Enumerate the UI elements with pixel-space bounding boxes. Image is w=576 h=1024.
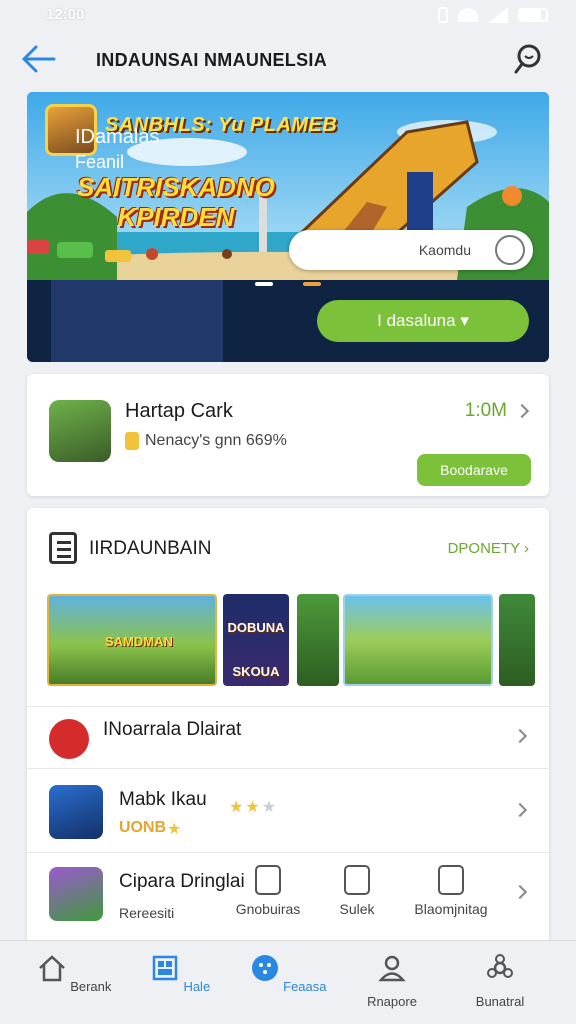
nav-label: Rnapore [367,994,417,1009]
chat-icon [344,865,370,895]
game-icon [49,867,103,921]
battery-icon [518,8,548,22]
signal-icon [488,7,508,23]
thumbnail-1[interactable]: SAMDMAN [47,594,217,686]
bluetooth-icon [438,7,448,23]
back-arrow-icon[interactable] [20,42,58,76]
chevron-right-icon[interactable] [514,403,530,419]
quick-action-label: Gnobuiras [235,901,301,917]
thumbnail-4[interactable] [343,594,493,686]
section-more-link[interactable]: DPONETY › [448,540,529,557]
nav-item-home[interactable]: Berank [34,953,114,994]
quick-action-1[interactable]: Gnobuiras [227,865,309,917]
hero-banner[interactable]: SANBHLS: Yu PLAMEB SAITRISKADNO KPIRDEN … [27,92,549,362]
nav-label: Bunatral [475,994,525,1009]
thumbnail-5[interactable] [499,594,535,686]
nav-label: Feaasa [283,979,327,994]
promo-title: IDamalas [75,126,160,148]
list-item[interactable]: Mabk Ikau ★★★ UONB ★ [27,768,549,852]
chevron-right-icon[interactable] [512,728,528,744]
list-item-sub: Rereesiti [119,905,175,921]
nav-item-profile[interactable]: Rnapore [352,953,432,1009]
status-icons [438,7,548,23]
nav-label: Hale [183,979,211,994]
status-time: 12:00 [46,6,85,23]
banner-dropdown-button[interactable]: I dasaluna ▾ [317,300,529,342]
banner-title: SAITRISKADNO KPIRDEN [77,172,275,232]
person-icon [378,955,406,982]
carousel-dot[interactable] [303,282,321,286]
list-item[interactable]: Cipara Dringlai Rereesiti Gnobuiras Sule… [27,852,549,934]
page-title: INDAUNSAI NMAUNELSIA [96,50,327,70]
app-header: INDAUNSAI NMAUNELSIA [0,30,576,90]
nav-item-settings[interactable]: Bunatral [460,953,540,1009]
app-size: 1:0M [464,400,507,421]
banner-title-line-1: SAITRISKADNO [77,172,275,202]
section-card: IIRDAUNBAIN DPONETY › SAMDMAN DOBUNA SKO… [27,508,549,948]
game-icon [49,719,89,759]
banner-search-text: Kaomdu [418,242,471,258]
list-item-name: Mabk Ikau [119,789,207,810]
home-icon [38,955,65,982]
app-action-button[interactable]: Boodarave [417,454,531,486]
list-item-sub: UONB [119,819,167,836]
banner-title-line-2: KPIRDEN [117,202,235,232]
game-icon [49,785,103,839]
star-icon: ★ [167,821,182,838]
list-item-name: INoarrala Dlairat [103,719,242,740]
badge-icon [125,432,139,450]
rating-stars: ★★★ [229,799,279,816]
quick-action-label: Blaomjnitag [414,901,488,917]
edit-icon [438,865,464,895]
carousel-dots [255,282,321,286]
banner-search-field[interactable]: Kaomdu [289,230,533,270]
list-item-name: Cipara Dringlai [119,871,245,892]
promo-panel [51,280,223,362]
quick-action-label: Sulek [339,901,375,917]
chevron-right-icon[interactable] [512,884,528,900]
thumbnail-2[interactable]: DOBUNA SKOUA [223,594,289,686]
grid-icon [152,955,178,981]
section-title: IIRDAUNBAIN [89,538,212,559]
promo-subtitle: Feanil [75,152,125,172]
carousel-dot-active[interactable] [255,282,273,286]
thumbnail-1-text: SAMDMAN [105,634,173,649]
app-subtitle: Nenacy's gnn 669% [145,432,287,449]
calculator-icon [255,865,281,895]
document-icon [49,532,77,564]
quick-action-2[interactable]: Sulek [317,865,397,917]
chevron-right-icon[interactable] [512,802,528,818]
section-more-label: DPONETY [447,540,520,557]
nav-item-globe[interactable]: Feaasa [248,953,328,994]
nav-item-grid[interactable]: Hale [140,953,220,994]
gear-icon [487,954,513,978]
list-item[interactable]: INoarrala Dlairat [27,706,549,768]
app-icon [49,400,111,462]
featured-app-card[interactable]: Hartap Cark Nenacy's gnn 669% 1:0M Booda… [27,374,549,496]
search-icon[interactable] [512,42,546,76]
thumbnail-2-text: DOBUNA SKOUA [227,620,285,679]
thumbnail-3[interactable] [297,594,339,686]
nav-label: Berank [70,979,112,994]
info-icon[interactable] [495,235,525,265]
quick-action-3[interactable]: Blaomjnitag [403,865,499,917]
bottom-navigation: Berank Hale Feaasa Rnapore Bunatral [0,940,576,1024]
status-bar: 12:00 [0,0,576,30]
wifi-icon [458,8,478,22]
globe-icon [251,955,278,981]
app-name: Hartap Cark [125,400,233,422]
